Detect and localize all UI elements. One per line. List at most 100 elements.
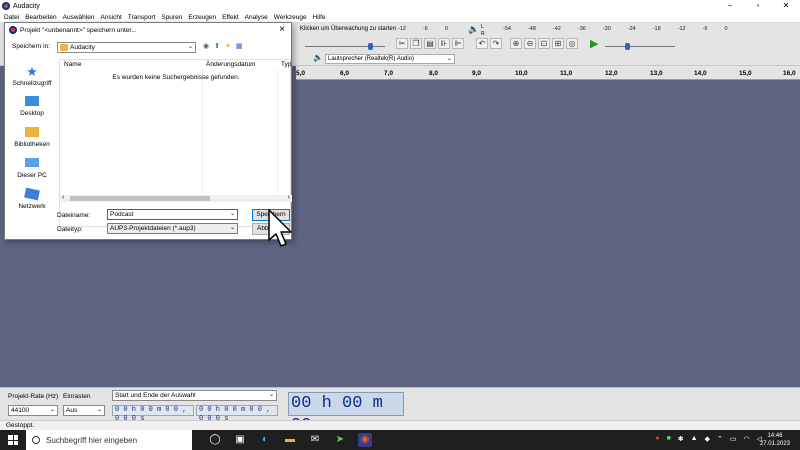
- defender-icon[interactable]: ◆: [705, 435, 710, 443]
- selection-end-time[interactable]: 0 0 h 0 0 m 0 0 , 0 0 0 s: [196, 405, 278, 423]
- horizontal-scrollbar[interactable]: ‹ ›: [60, 194, 292, 202]
- maximize-icon[interactable]: ▫: [744, 0, 772, 12]
- play-scale-label: -36: [577, 26, 586, 32]
- zoom-toggle-icon[interactable]: ◎: [566, 38, 578, 49]
- playback-device-select[interactable]: Lautsprecher (Realtek(R) Audio) ⌄: [325, 54, 455, 64]
- recording-meter-monitor[interactable]: Klicken um Überwachung zu starten: [300, 26, 396, 32]
- ruler-tick: 10,0: [515, 70, 528, 77]
- new-folder-icon[interactable]: ✦: [224, 43, 232, 51]
- mouse-cursor-icon: [268, 209, 292, 247]
- game-icon[interactable]: ■: [667, 435, 671, 443]
- copy-icon[interactable]: ❐: [410, 38, 422, 49]
- wifi-icon[interactable]: ◠: [744, 435, 750, 443]
- minimize-icon[interactable]: –: [716, 0, 744, 12]
- timeline-ruler[interactable]: 5,0 6,0 7,0 8,0 9,0 10,0 11,0 12,0 13,0 …: [296, 66, 800, 80]
- zoom-out-icon[interactable]: ⊖: [524, 38, 536, 49]
- menu-ansicht[interactable]: Ansicht: [100, 14, 121, 21]
- taskbar-search[interactable]: Suchbegriff hier eingeben: [26, 430, 192, 450]
- menu-werkzeuge[interactable]: Werkzeuge: [274, 14, 307, 21]
- place-label: Netzwerk: [18, 203, 46, 210]
- paste-icon[interactable]: ▤: [424, 38, 436, 49]
- fit-project-icon[interactable]: ⊞: [552, 38, 564, 49]
- col-type[interactable]: Typ: [281, 61, 291, 68]
- playback-speed-slider[interactable]: [605, 46, 675, 47]
- place-quick-access[interactable]: ★ Schnellzugriff: [7, 65, 57, 87]
- selection-mode-select[interactable]: Start und Ende der Auswahl ⌄: [112, 390, 277, 401]
- snap-select[interactable]: Aus ⌄: [63, 405, 105, 416]
- menu-transport[interactable]: Transport: [128, 14, 156, 21]
- play-scale-label: 0: [724, 26, 728, 32]
- menu-effekt[interactable]: Effekt: [222, 14, 239, 21]
- fit-selection-icon[interactable]: ⊡: [538, 38, 550, 49]
- zoom-in-icon[interactable]: ⊕: [510, 38, 522, 49]
- recording-volume-knob[interactable]: [368, 43, 373, 50]
- close-icon[interactable]: ×: [279, 24, 285, 35]
- trim-icon[interactable]: ⊪: [438, 38, 450, 49]
- audacity-taskbar-icon[interactable]: ◉: [358, 433, 372, 447]
- filename-input[interactable]: Podcast ⌄: [107, 209, 238, 220]
- back-icon[interactable]: ◉: [202, 43, 210, 51]
- place-label: Dieser PC: [17, 172, 47, 179]
- view-menu-icon[interactable]: ▦: [235, 43, 243, 51]
- selection-start-time[interactable]: 0 0 h 0 0 m 0 0 , 0 0 0 s: [112, 405, 194, 423]
- column-divider: [202, 69, 203, 195]
- task-view-icon[interactable]: ◯: [208, 433, 222, 447]
- windows-start-icon[interactable]: [8, 435, 18, 445]
- up-folder-icon[interactable]: ⬆: [213, 43, 221, 51]
- menu-analyse[interactable]: Analyse: [245, 14, 268, 21]
- menu-auswaehlen[interactable]: Auswählen: [63, 14, 95, 21]
- menu-erzeugen[interactable]: Erzeugen: [188, 14, 216, 21]
- task-switch-icon[interactable]: ▣: [233, 433, 247, 447]
- playback-speed-knob[interactable]: [625, 43, 630, 50]
- chevron-down-icon: ⌄: [49, 407, 55, 413]
- rec-scale-label: -12: [398, 26, 406, 32]
- recording-volume-slider[interactable]: [305, 46, 385, 47]
- bluetooth-icon[interactable]: ✱: [678, 435, 684, 443]
- edge-icon[interactable]: ◐: [258, 433, 272, 447]
- place-this-pc[interactable]: Dieser PC: [7, 158, 57, 179]
- menu-spuren[interactable]: Spuren: [161, 14, 182, 21]
- col-name[interactable]: Name: [64, 61, 81, 68]
- col-date[interactable]: Änderungsdatum: [206, 61, 256, 68]
- window-controls: – ▫ ✕: [716, 0, 800, 12]
- close-icon[interactable]: ✕: [772, 0, 800, 12]
- play-scale-label: -6: [702, 26, 708, 32]
- scrollbar-thumb[interactable]: [70, 196, 210, 201]
- silence-icon[interactable]: ⊫: [452, 38, 464, 49]
- place-desktop[interactable]: Desktop: [7, 96, 57, 117]
- place-libraries[interactable]: Bibliotheken: [7, 127, 57, 148]
- ruler-tick: 9,0: [472, 70, 482, 77]
- scroll-left-icon[interactable]: ‹: [62, 194, 64, 201]
- ruler-tick: 11,0: [560, 70, 573, 77]
- undo-icon[interactable]: ↶: [476, 38, 488, 49]
- save-in-select[interactable]: Audacity ⌄: [57, 42, 196, 53]
- record-icon[interactable]: ●: [655, 435, 659, 443]
- project-rate-select[interactable]: 44100 ⌄: [8, 405, 58, 416]
- play-scale-label: -12: [677, 26, 686, 32]
- terminal-icon[interactable]: ➤: [333, 433, 347, 447]
- file-explorer-icon[interactable]: ▬: [283, 433, 297, 447]
- taskbar-clock[interactable]: 14:46 27.01.2023: [760, 432, 790, 448]
- menu-hilfe[interactable]: Hilfe: [313, 14, 326, 21]
- meter-l-label: L: [481, 24, 484, 30]
- cut-icon[interactable]: ✂: [396, 38, 408, 49]
- menu-datei[interactable]: Datei: [4, 14, 19, 21]
- rec-scale-label: 0: [444, 26, 448, 32]
- filetype-select[interactable]: AUP3-Projektdateien (*.aup3) ⌄: [107, 223, 238, 234]
- file-list[interactable]: Name Änderungsdatum Typ Es wurden keine …: [59, 59, 292, 227]
- network-icon[interactable]: ▭: [730, 435, 737, 443]
- mail-icon[interactable]: ✉: [308, 433, 322, 447]
- audio-position-display[interactable]: 00 h 00 m 00 s: [288, 392, 404, 435]
- app-tray-icon[interactable]: ▲: [691, 435, 698, 443]
- speaker-icon[interactable]: 🔈: [468, 24, 479, 35]
- redo-icon[interactable]: ↷: [490, 38, 502, 49]
- empty-message: Es wurden keine Suchergebnisse gefunden.: [112, 74, 240, 81]
- ruler-tick: 8,0: [429, 70, 439, 77]
- place-network[interactable]: Netzwerk: [7, 187, 57, 210]
- scroll-right-icon[interactable]: ›: [288, 194, 290, 201]
- hidden-icons-icon[interactable]: ⌃: [717, 435, 723, 443]
- taskbar-apps: ◯ ▣ ◐ ▬ ✉ ➤ ◉: [208, 433, 372, 447]
- play-at-speed-icon[interactable]: ▶: [590, 37, 598, 50]
- recording-meter-scale: -12 -6 0: [398, 26, 465, 32]
- menu-bearbeiten[interactable]: Bearbeiten: [25, 14, 56, 21]
